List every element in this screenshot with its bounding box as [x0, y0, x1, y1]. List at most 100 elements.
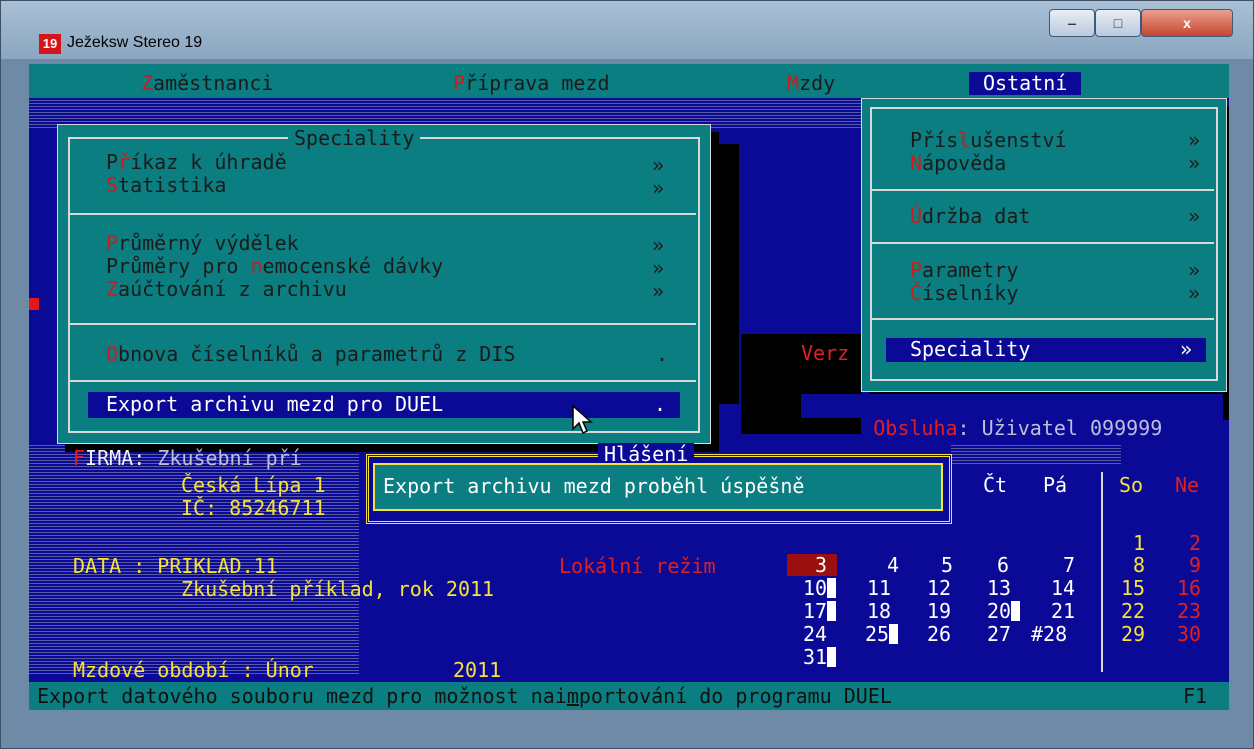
status-text-part: portování do programu DUEL	[578, 684, 892, 708]
menu-item-speciality[interactable]: Speciality »	[886, 338, 1206, 362]
data-description: Zkušební příklad, rok 2011	[181, 577, 495, 601]
close-button[interactable]: x	[1141, 9, 1233, 37]
obsluha-value: : Uživatel 099999	[957, 416, 1163, 440]
calendar-day[interactable]: 21	[1051, 600, 1075, 623]
payroll-mark-icon	[827, 601, 837, 621]
calendar-day[interactable]: 11	[867, 577, 891, 600]
calendar-day[interactable]: 18	[867, 600, 891, 623]
main-menu-bar: Zaměstnanci Příprava mezd Mzdy Ostatní	[29, 64, 1229, 98]
day-number: 10	[803, 576, 828, 600]
firma-label: IRMA:	[85, 446, 146, 470]
day-number: 20	[987, 599, 1012, 623]
mode-label: Lokální režim	[559, 554, 716, 578]
calendar-day[interactable]: 26	[927, 623, 951, 646]
calendar-day[interactable]: 20	[987, 599, 1021, 623]
calendar-day[interactable]: 8	[1133, 554, 1145, 577]
status-bar: Export datového souboru mezd pro možnost…	[29, 682, 1229, 710]
menu-item-parametry[interactable]: Parametry	[910, 259, 1018, 282]
app-window: 19 Ježeksw Stereo 19 ‒ □ x Zaměstnanci P…	[0, 0, 1254, 749]
calendar-header-so: So	[1119, 473, 1144, 497]
calendar-day[interactable]: 17	[803, 600, 837, 623]
calendar-day[interactable]: 22	[1121, 600, 1145, 623]
menu-zamestnanci[interactable]: Zaměstnanci	[141, 72, 273, 95]
menu-priprava-mezd[interactable]: Příprava mezd	[453, 72, 610, 95]
submenu-arrow-icon: »	[1188, 281, 1201, 305]
item-text: P	[106, 150, 119, 174]
calendar-divider	[1101, 472, 1103, 672]
action-dot-icon: .	[654, 392, 667, 416]
calendar-day-today[interactable]: 3	[815, 554, 827, 577]
status-text-part: Export datového souboru mezd pro možnost…	[37, 684, 567, 708]
calendar-day[interactable]: 19	[927, 600, 951, 623]
ostatni-dropdown: Příslušenství » Nápověda » Údržba dat » …	[861, 98, 1227, 392]
calendar-day[interactable]: 23	[1177, 600, 1201, 623]
period-label: Mzdové období : Únor	[73, 658, 314, 682]
submenu-arrow-icon: »	[652, 233, 665, 257]
scroll-shadow	[709, 144, 739, 404]
menu-item-zauctovani-z-archivu[interactable]: Zaúčtování z archivu	[106, 278, 347, 301]
calendar-day[interactable]: 24	[803, 623, 827, 646]
calendar-day[interactable]: 27	[987, 623, 1011, 646]
obsluha-line: Obsluha: Uživatel 099999	[801, 394, 1223, 440]
obsluha-label: Obsluha	[873, 416, 958, 440]
calendar-day[interactable]: 31	[803, 646, 837, 669]
calendar-header-ne: Ne	[1175, 473, 1200, 497]
menu-item-obnova-ciselniku[interactable]: Obnova číselníků a parametrů z DIS	[106, 343, 515, 366]
calendar-day[interactable]: 29	[1121, 623, 1145, 646]
calendar-header-pa: Pá	[1043, 473, 1068, 497]
firma-hotkey: F	[73, 446, 86, 470]
menu-item-prumerny-vydelek[interactable]: Průměrný výdělek	[106, 232, 299, 255]
calendar-day[interactable]: 16	[1177, 577, 1201, 600]
menu-item-udrzba-dat[interactable]: Údržba dat	[910, 205, 1030, 228]
menu-separator	[872, 318, 1214, 320]
item-hotkey: P	[106, 231, 119, 255]
calendar-day[interactable]: 4	[887, 554, 899, 577]
calendar-day[interactable]: 7	[1063, 554, 1075, 577]
calendar-day[interactable]: 30	[1177, 623, 1201, 646]
calendar-day[interactable]: 5	[941, 554, 953, 577]
item-hotkey: N	[910, 151, 923, 175]
maximize-button[interactable]: □	[1095, 9, 1141, 37]
title-bar[interactable]: 19 Ježeksw Stereo 19 ‒ □ x	[1, 1, 1253, 59]
calendar-day[interactable]: #28	[1031, 623, 1067, 646]
calendar-day[interactable]: 15	[1121, 577, 1145, 600]
menu-item-prikaz-k-uhrade[interactable]: Příkaz k úhradě	[106, 151, 287, 174]
item-text: íselníky	[922, 281, 1019, 305]
menu-item-napoveda[interactable]: Nápověda	[910, 152, 1006, 175]
item-hotkey: S	[910, 337, 923, 361]
calendar-day[interactable]: 6	[997, 554, 1009, 577]
menu-label: zdy	[799, 71, 836, 95]
submenu-arrow-icon: »	[1188, 151, 1201, 175]
help-key[interactable]: F1	[1183, 685, 1207, 708]
item-text: ušenství	[970, 128, 1067, 152]
menu-item-statistika[interactable]: Statistika	[106, 174, 226, 197]
menu-mzdy[interactable]: Mzdy	[787, 72, 835, 95]
submenu-arrow-icon: »	[652, 153, 665, 177]
mouse-pointer-icon	[572, 405, 593, 435]
calendar-day[interactable]: 10	[803, 576, 837, 600]
calendar-day[interactable]: 1	[1133, 532, 1145, 555]
calendar-day[interactable]: 12	[927, 577, 951, 600]
item-hotkey: n	[250, 254, 263, 278]
menu-hotkey: M	[787, 71, 800, 95]
calendar-day[interactable]: 13	[987, 577, 1011, 600]
day-number: 25	[865, 622, 890, 646]
submenu-arrow-icon: »	[1188, 128, 1201, 152]
item-text: Průměry pro	[106, 254, 251, 278]
calendar-day[interactable]: 2	[1189, 532, 1201, 555]
submenu-arrow-icon: »	[652, 176, 665, 200]
item-text: peciality	[922, 337, 1031, 361]
minimize-button[interactable]: ‒	[1049, 9, 1095, 37]
window-title: Ježeksw Stereo 19	[67, 34, 203, 51]
menu-label: aměstnanci	[153, 71, 274, 95]
calendar-day[interactable]: 25	[865, 622, 899, 646]
item-hotkey: Ú	[910, 204, 923, 228]
calendar-day[interactable]: 9	[1189, 554, 1201, 577]
menu-item-ciselniky[interactable]: Číselníky	[910, 282, 1018, 305]
item-hotkey: Z	[106, 277, 119, 301]
calendar-day[interactable]: 14	[1051, 577, 1075, 600]
menu-item-prumery-nemocenske[interactable]: Průměry pro nemocenské dávky	[106, 255, 443, 278]
menu-ostatni[interactable]: Ostatní	[969, 72, 1082, 95]
menu-item-prislusenstvi[interactable]: Příslušenství	[910, 129, 1067, 152]
item-text: držba dat	[922, 204, 1031, 228]
